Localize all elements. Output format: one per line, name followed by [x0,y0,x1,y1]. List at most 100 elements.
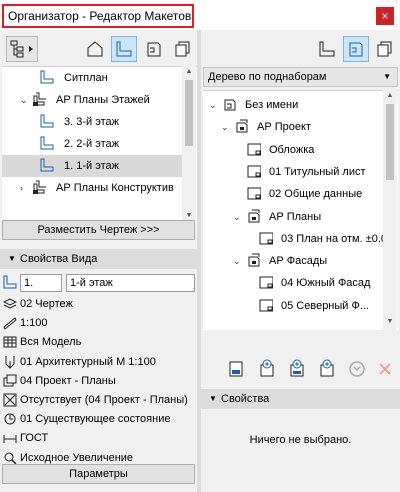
view-tree-item[interactable]: 2. 2-й этаж [2,133,182,155]
hierarchy-menu-button[interactable] [6,36,38,62]
view-id-icon [3,275,17,289]
view-tree-item[interactable]: 3. 3-й этаж [2,111,182,133]
tree-item-label: 01 Титульный лист [269,165,366,178]
view-tree-item[interactable]: Ситплан [2,67,182,89]
right-panel: Дерево по поднаборам ▼ ⌄ Без имени ⌄ АР Про… [201,30,400,492]
view-property-value: 02 Чертеж [20,298,73,310]
view-map-tab[interactable] [111,36,137,62]
tree-mode-dropdown[interactable]: Дерево по поднаборам ▼ [203,67,398,87]
layout-tree-item[interactable]: 05 Северный Ф... [203,295,383,317]
new-sheet-icon [320,359,334,377]
layers-icon [2,297,18,314]
expand-chevron-icon[interactable]: ⌄ [233,206,241,228]
expand-chevron-icon[interactable]: ⌄ [221,116,229,138]
publisher-icon [377,41,392,57]
view-property-row[interactable]: 1:100 [0,313,197,333]
scroll-up-icon[interactable]: ▲ [182,68,196,75]
layout-tree-item[interactable]: ⌄ Без имени [203,94,383,116]
collapse-chevron-icon[interactable]: › [20,177,23,199]
view-property-row[interactable]: 02 Чертеж [0,294,197,314]
layout-tree-item[interactable]: 03 План на отм. ±0.0 [203,228,387,250]
parameters-button[interactable]: Параметры [2,464,195,484]
tree-item-label: АР Проект [257,121,311,134]
layout-tree-scrollbar[interactable]: ▲ ▼ [383,90,397,330]
expand-chevron-icon[interactable]: ⌄ [209,94,217,116]
scroll-thumb[interactable] [185,80,193,146]
view-map-icon [116,41,132,57]
view-properties-header[interactable]: ▼ Свойства Вида [0,249,197,269]
tree-item-label: Обложка [269,143,315,156]
scroll-thumb[interactable] [386,104,394,180]
tree-item-label: 02 Общие данные [269,188,363,201]
publisher-tab-right[interactable] [372,36,398,62]
scroll-down-icon[interactable]: ▼ [182,212,196,219]
tree-item-icon [32,180,46,202]
view-tree-item[interactable]: 1. 1-й этаж [2,155,182,177]
scroll-down-icon[interactable]: ▼ [383,318,397,325]
sheet-icon [247,187,262,200]
view-map-icon [319,41,335,57]
combination-icon [3,374,17,391]
scroll-up-icon[interactable]: ▲ [383,92,397,99]
window-title: Организатор - Редактор Макетов [8,9,192,23]
publisher-tab[interactable] [170,36,196,62]
tree-item-label: АР Фасады [269,255,328,268]
view-property-row[interactable]: ГОСТ [0,428,197,448]
view-property-value: 01 Архитектурный М 1:100 [20,355,156,368]
expand-chevron-icon[interactable]: ⌄ [20,89,28,111]
title-bar: Организатор - Редактор Макетов × [0,0,400,30]
view-tree-item[interactable]: › АР Планы Конструктив [2,177,182,199]
view-property-value: ГОСТ [20,432,49,445]
sheet-icon [259,276,274,289]
new-subset-icon [260,359,274,377]
new-master-button[interactable] [285,357,309,381]
scale-icon [3,317,17,330]
model-icon [3,335,17,352]
tree-item-label: Ситплан [64,72,108,84]
view-property-row[interactable]: Вся Модель [0,332,197,352]
view-properties-title: Свойства Вида [20,253,98,265]
combination-icon [3,374,17,387]
layout-book-tab[interactable] [141,36,167,62]
layout-book-tab-right[interactable] [343,36,369,62]
view-property-row[interactable]: 04 Проект - Планы [0,371,197,391]
view-property-row[interactable]: Отсутствует (04 Проект - Планы) [0,390,197,410]
layout-book-icon [147,42,161,57]
layout-tree-item[interactable]: Обложка [203,139,383,161]
new-master-icon [290,359,304,377]
view-id-field[interactable]: 1. [20,274,62,292]
view-property-value: Вся Модель [20,336,82,349]
layout-tree-item[interactable]: 04 Южный Фасад [203,272,383,294]
layout-tree-item[interactable]: 01 Титульный лист [203,161,383,183]
tree-item-label: 2. 2-й этаж [64,138,119,150]
view-tree-item[interactable]: ⌄ АР Планы Этажей [2,89,182,111]
layout-tree-item[interactable]: ⌄ АР Проект [203,116,383,138]
new-layout-button[interactable] [225,357,249,381]
view-property-row[interactable]: 01 Существующее состояние [0,409,197,429]
sheet-icon [259,299,274,312]
sheet-icon [247,165,262,178]
layout-tree-item[interactable]: ⌄ АР Фасады [203,250,383,272]
view-property-row[interactable]: 01 Архитектурный М 1:100 [0,352,197,372]
tree-item-label: 3. 3-й этаж [64,116,119,128]
new-sheet-button[interactable] [315,357,339,381]
properties-title: Свойства [221,393,270,405]
update-button[interactable] [345,357,369,381]
project-map-tab-right[interactable] [314,36,340,62]
delete-button[interactable] [373,357,397,381]
expand-chevron-icon[interactable]: ⌄ [233,250,241,272]
layout-tree-item[interactable]: ⌄ АР Планы [203,206,383,228]
close-button[interactable]: × [376,7,394,25]
new-subset-button[interactable] [255,357,279,381]
tree-item-label: 03 План на отм. ±0.0 [281,232,388,245]
place-drawing-button[interactable]: Разместить Чертеж >>> [2,220,195,240]
tree-mode-value: Дерево по поднаборам [208,71,327,83]
view-tree-scrollbar[interactable]: ▲ ▼ [182,66,196,224]
override-icon [3,393,17,407]
subset-icon [248,253,260,267]
layout-tree-item[interactable]: 02 Общие данные [203,183,383,205]
properties-header[interactable]: ▼ Свойства [201,389,400,409]
view-name-field[interactable]: 1-й этаж [66,274,195,292]
pen-icon [5,355,15,369]
project-map-tab[interactable] [82,36,108,62]
